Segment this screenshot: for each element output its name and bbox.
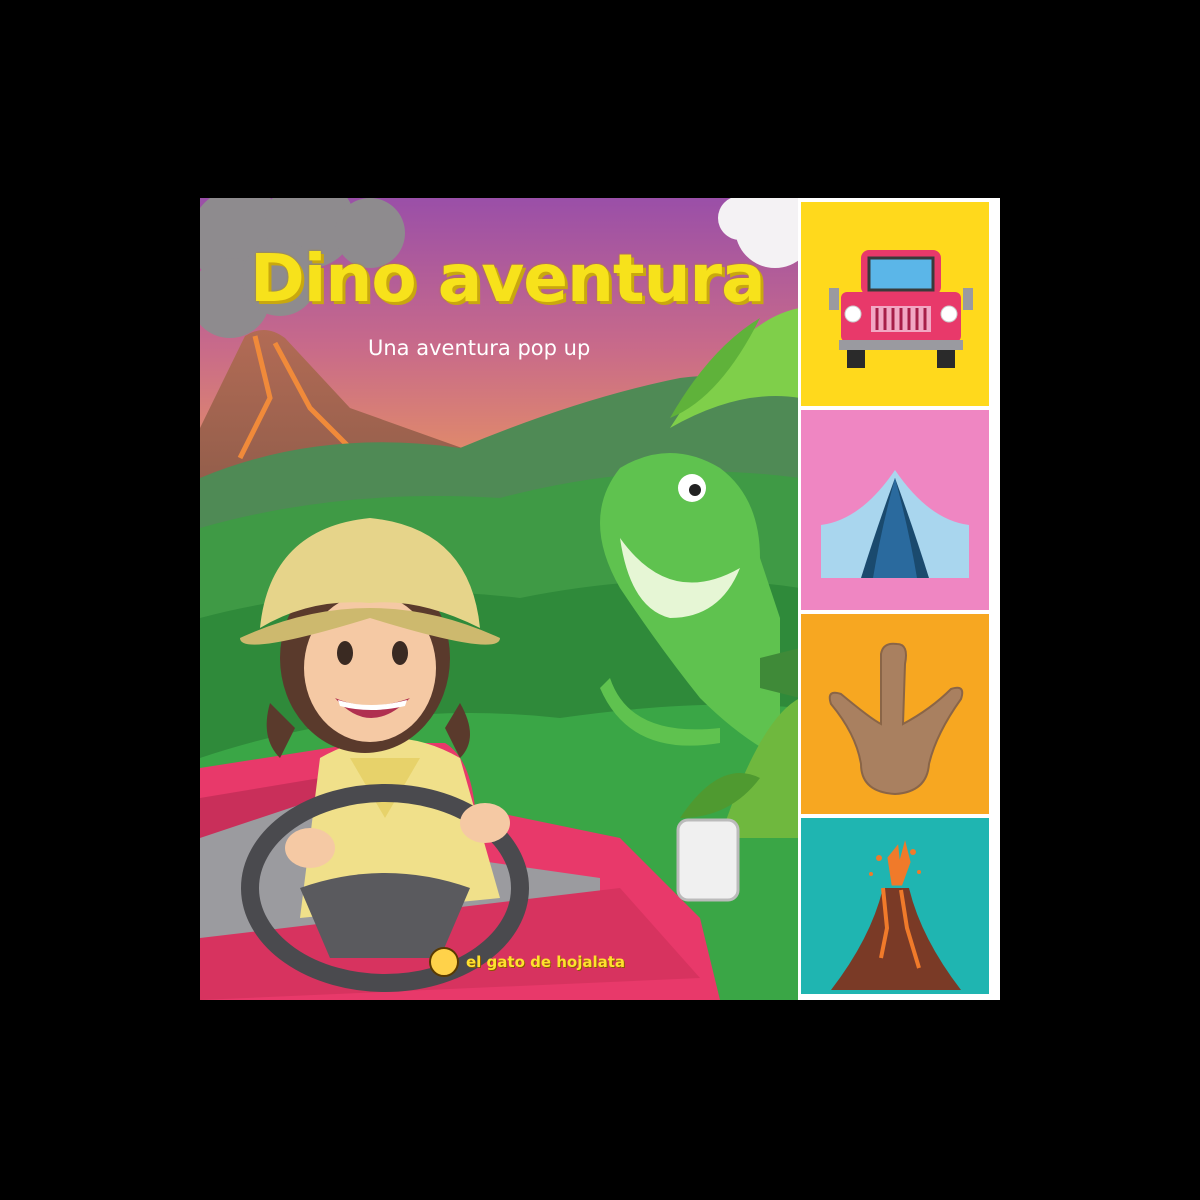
- book-product-image: Dino aventura Una aventura pop up el gat…: [0, 0, 1200, 1200]
- book-subtitle: Una aventura pop up: [368, 336, 591, 360]
- cat-logo-icon: [432, 948, 460, 976]
- cover-illustration: [200, 198, 800, 1000]
- tab-footprint[interactable]: [801, 614, 989, 814]
- book-cover: Dino aventura Una aventura pop up el gat…: [200, 198, 800, 1000]
- publisher-name: el gato de hojalata: [466, 953, 626, 971]
- tab-jeep[interactable]: [801, 202, 989, 406]
- publisher-logo: el gato de hojalata: [432, 946, 626, 978]
- tab-tent[interactable]: [801, 410, 989, 610]
- pop-up-tabs: [798, 198, 1000, 1000]
- book-title: Dino aventura: [250, 240, 766, 317]
- tab-volcano[interactable]: [801, 818, 989, 994]
